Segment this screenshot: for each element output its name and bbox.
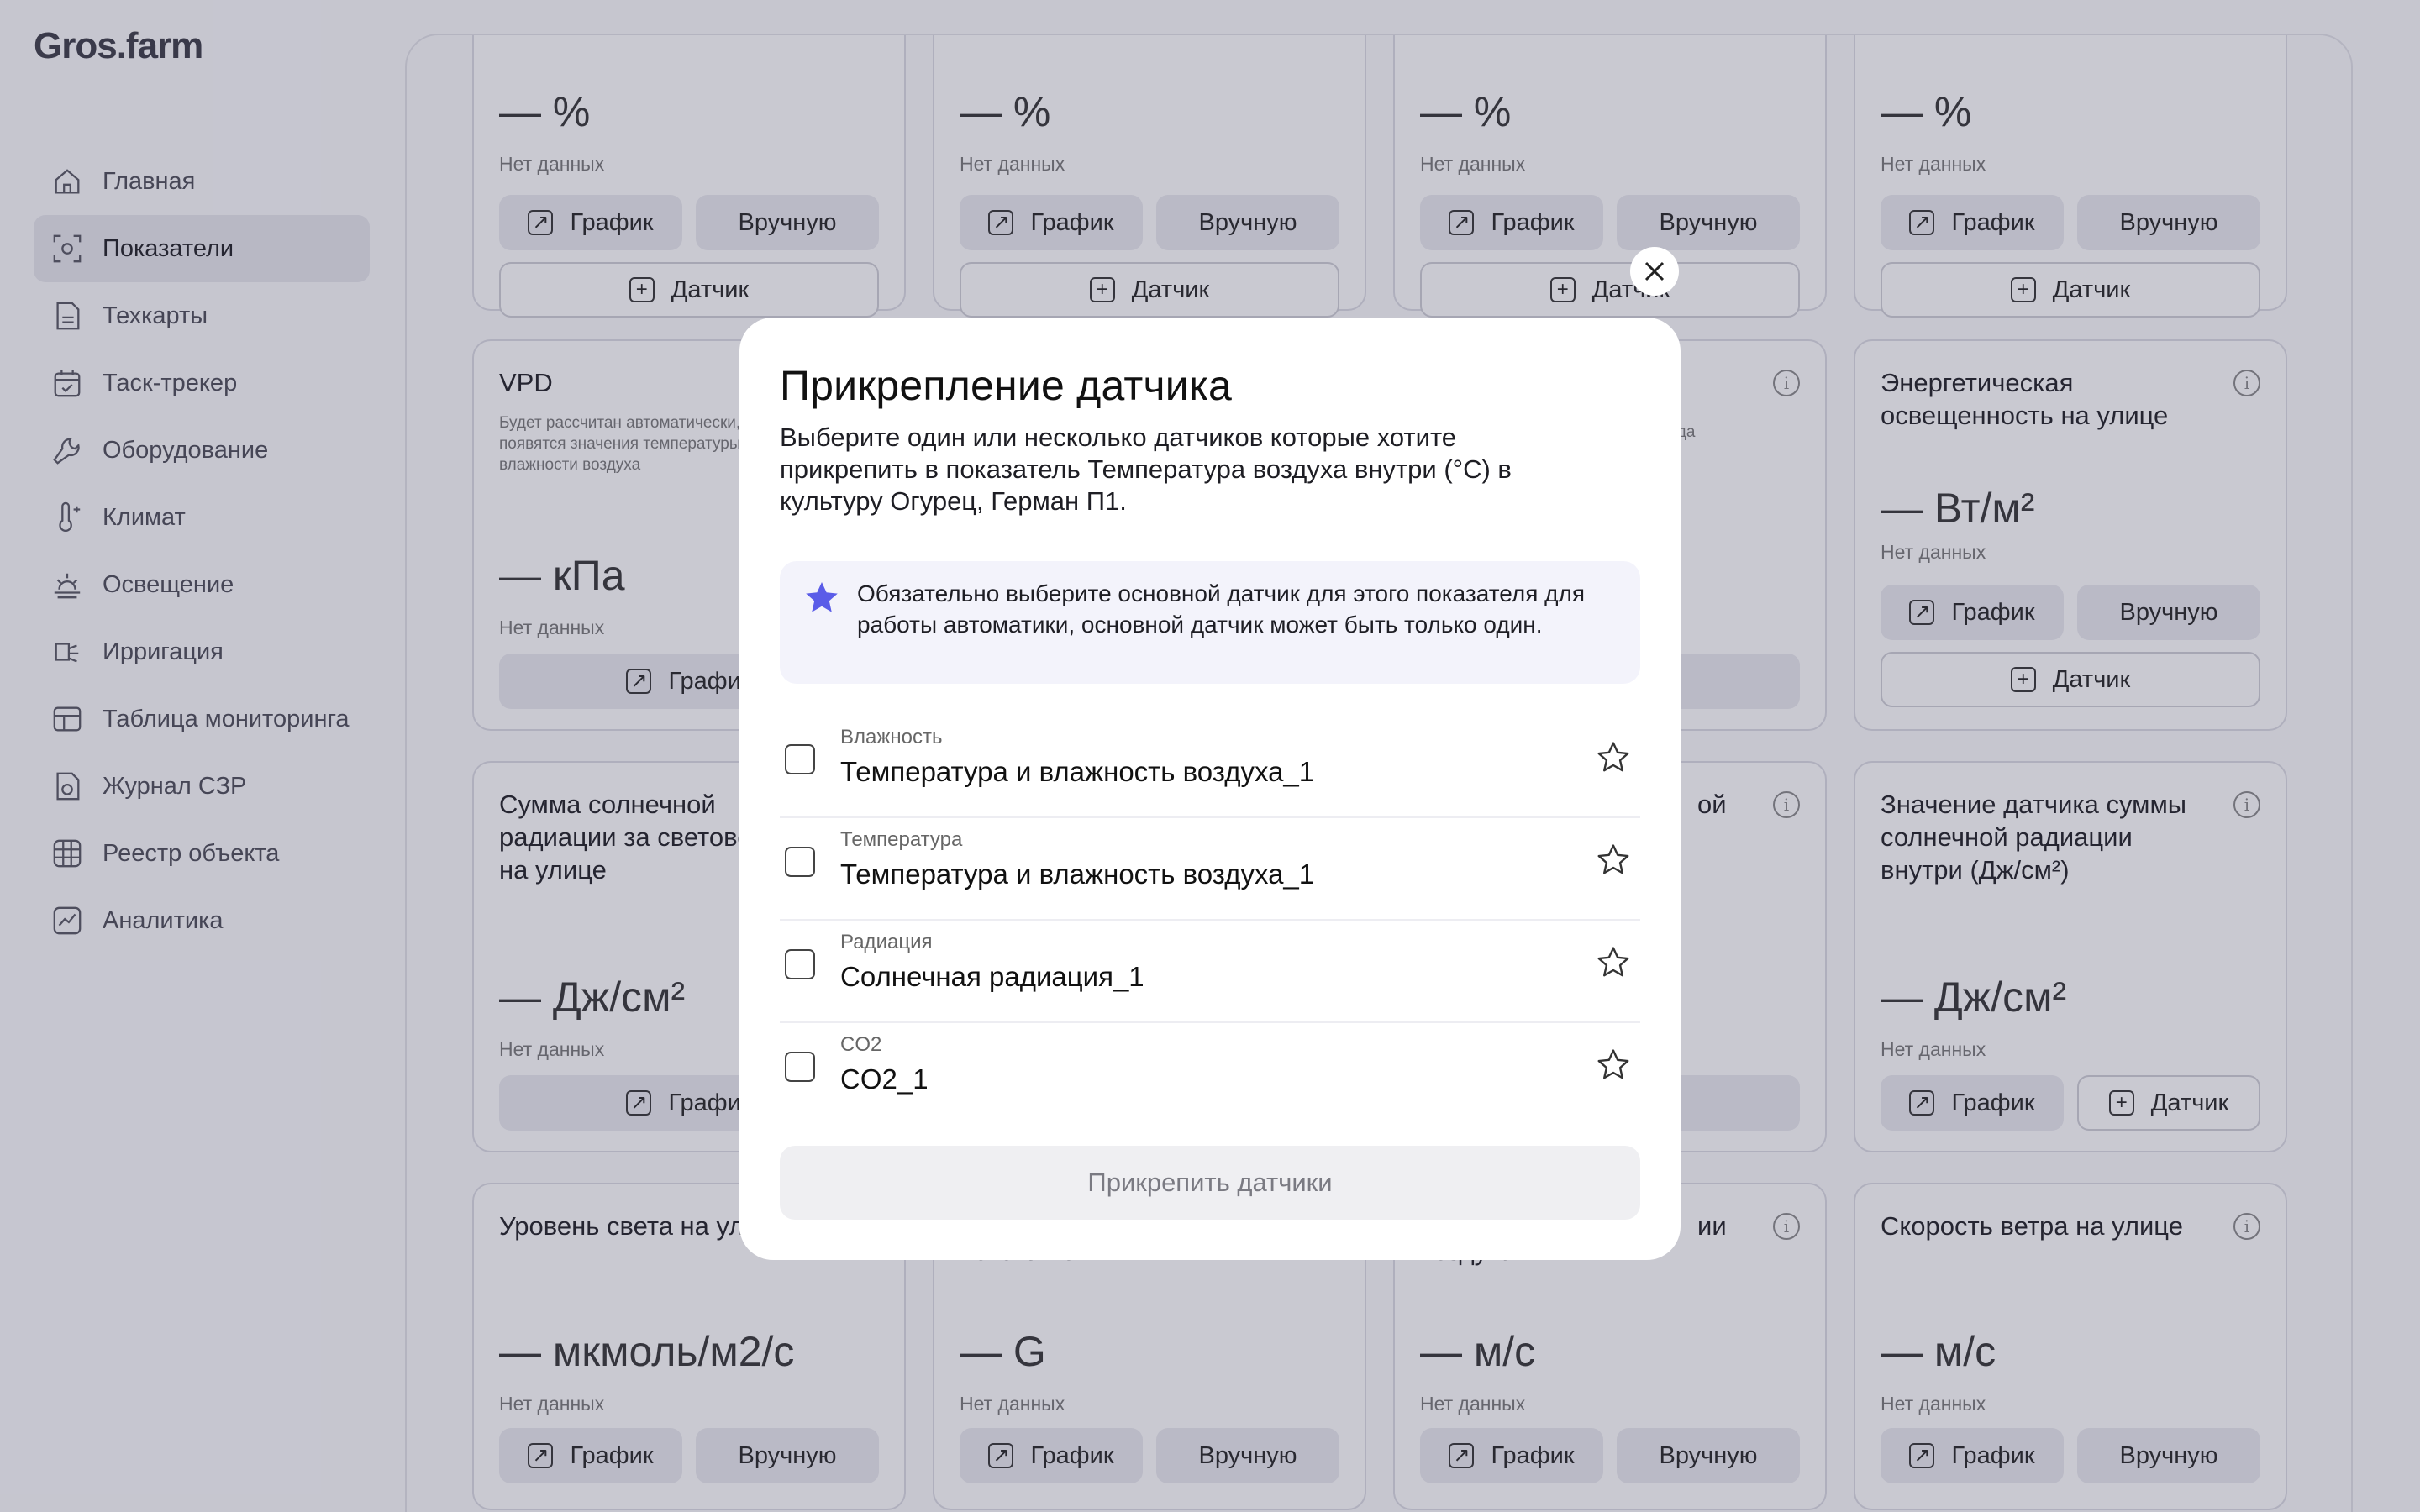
sensor-row: Температура Температура и влажность возд… [780,818,1640,921]
sensor-name: CO2_1 [840,1063,929,1095]
attach-sensor-modal: Прикрепление датчика Выберите один или н… [739,318,1681,1260]
star-filled-icon [806,582,838,612]
primary-sensor-notice: Обязательно выберите основной датчик для… [780,561,1640,684]
star-outline-icon[interactable] [1595,739,1632,776]
notice-text: Обязательно выберите основной датчик для… [857,580,1585,638]
modal-title: Прикрепление датчика [780,362,1233,409]
sensor-checkbox[interactable] [785,949,815,979]
close-button[interactable] [1630,247,1679,296]
sensor-checkbox[interactable] [785,1052,815,1082]
sensor-list: Влажность Температура и влажность воздух… [780,716,1640,1126]
sensor-name: Температура и влажность воздуха_1 [840,756,1315,787]
sensor-name: Температура и влажность воздуха_1 [840,858,1315,890]
star-outline-icon[interactable] [1595,842,1632,879]
sensor-checkbox[interactable] [785,744,815,774]
attach-sensors-button[interactable]: Прикрепить датчики [780,1146,1640,1220]
sensor-category: Температура [840,828,963,851]
sensor-row: Радиация Солнечная радиация_1 [780,921,1640,1023]
sensor-row: CO2 CO2_1 [780,1023,1640,1126]
sensor-checkbox[interactable] [785,847,815,877]
sensor-category: CO2 [840,1033,882,1056]
modal-subtitle: Выберите один или несколько датчиков кот… [780,423,1512,516]
close-icon [1644,261,1665,281]
sensor-category: Радиация [840,931,933,953]
star-outline-icon[interactable] [1595,1047,1632,1084]
sensor-row: Влажность Температура и влажность воздух… [780,716,1640,818]
sensor-name: Солнечная радиация_1 [840,961,1144,992]
sensor-category: Влажность [840,726,943,748]
star-outline-icon[interactable] [1595,944,1632,981]
